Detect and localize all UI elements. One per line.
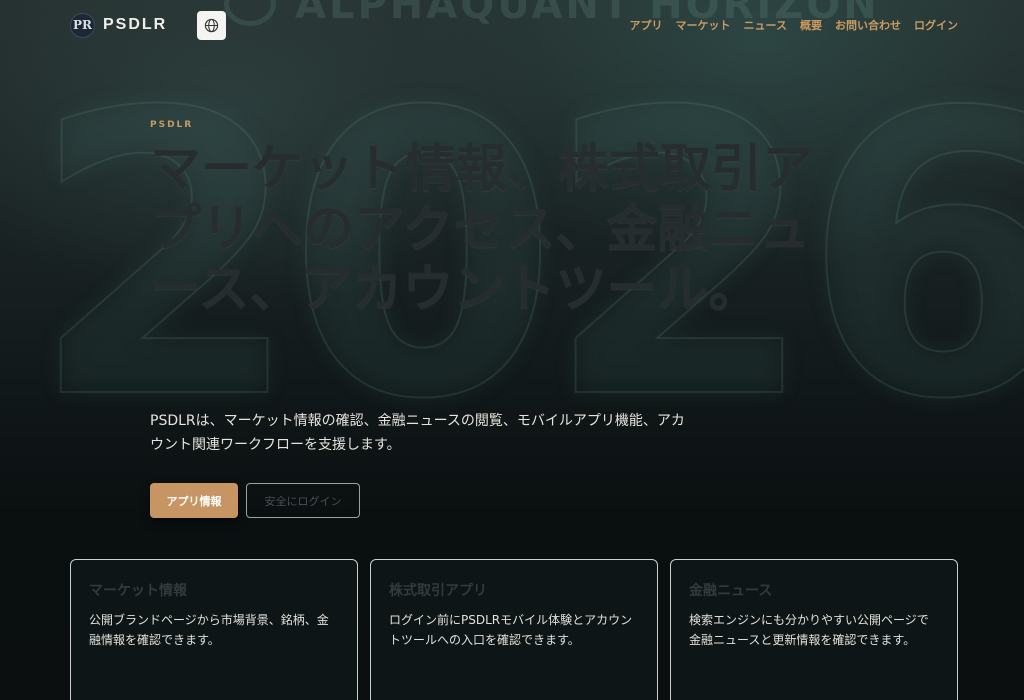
main-nav: アプリ マーケット ニュース 概要 お問い合わせ ログイン xyxy=(630,17,958,33)
nav-item-news[interactable]: ニュース xyxy=(744,17,787,33)
feature-card-news[interactable]: 金融ニュース 検索エンジンにも分かりやすい公開ページで金融ニュースと更新情報を確… xyxy=(670,559,958,700)
hero-title: マーケット情報、株式取引アプリへのアクセス、金融ニュース、アカウントツール。 xyxy=(150,140,814,319)
hero-description: PSDLRは、マーケット情報の確認、金融ニュースの閲覧、モバイルアプリ機能、アカ… xyxy=(150,413,685,453)
hero-eyebrow: PSDLR xyxy=(150,120,194,130)
nav-item-apps[interactable]: アプリ xyxy=(630,17,663,33)
nav-item-login[interactable]: ログイン xyxy=(914,17,958,33)
card-title: マーケット情報 xyxy=(89,583,187,599)
card-body: 公開ブランドページから市場背景、銘柄、金融情報を確認できます。 xyxy=(89,613,329,647)
language-button[interactable] xyxy=(197,10,227,40)
card-body: ログイン前にPSDLRモバイル体験とアカウントツールへの入口を確認できます。 xyxy=(389,613,633,647)
site-header: PR PSDLR アプリ マーケット ニュース 概要 お問い合わせ ログイン xyxy=(70,10,958,40)
app-info-button[interactable]: アプリ情報 xyxy=(150,483,238,518)
globe-icon xyxy=(205,18,219,32)
card-title: 株式取引アプリ xyxy=(389,583,487,599)
card-title: 金融ニュース xyxy=(689,583,773,599)
nav-item-contact[interactable]: お問い合わせ xyxy=(835,17,901,33)
brand: PR PSDLR xyxy=(70,10,227,40)
feature-card-market[interactable]: マーケット情報 公開ブランドページから市場背景、銘柄、金融情報を確認できます。 xyxy=(70,559,358,700)
logo-icon[interactable]: PR xyxy=(70,12,95,38)
secure-login-button[interactable]: 安全にログイン xyxy=(246,483,360,518)
feature-card-trading-app[interactable]: 株式取引アプリ ログイン前にPSDLRモバイル体験とアカウントツールへの入口を確… xyxy=(370,559,658,700)
brand-name[interactable]: PSDLR xyxy=(103,16,167,34)
card-body: 検索エンジンにも分かりやすい公開ページで金融ニュースと更新情報を確認できます。 xyxy=(689,613,929,647)
nav-item-market[interactable]: マーケット xyxy=(676,17,731,33)
nav-item-about[interactable]: 概要 xyxy=(800,17,822,33)
